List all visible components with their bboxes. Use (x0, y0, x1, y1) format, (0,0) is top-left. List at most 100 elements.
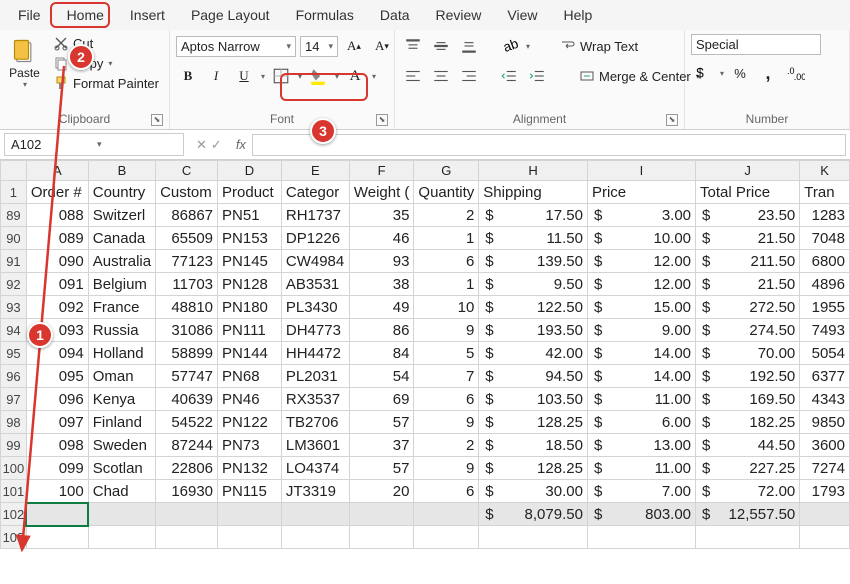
cell[interactable]: 5054 (800, 342, 850, 365)
cell[interactable]: 10.00 (587, 227, 695, 250)
cell[interactable]: 272.50 (696, 296, 800, 319)
cell[interactable]: PN51 (218, 204, 282, 227)
row-header[interactable]: 101 (1, 480, 27, 503)
cell[interactable]: 227.25 (696, 457, 800, 480)
cell[interactable] (156, 503, 218, 526)
column-title[interactable]: Shipping (479, 181, 588, 204)
cell[interactable]: 089 (26, 227, 88, 250)
menu-file[interactable]: File (6, 3, 53, 27)
cell[interactable]: PN145 (218, 250, 282, 273)
cell[interactable]: CW4984 (281, 250, 349, 273)
cell[interactable]: 10 (414, 296, 479, 319)
cell[interactable]: 11.00 (587, 388, 695, 411)
cell[interactable]: 193.50 (479, 319, 588, 342)
cell[interactable]: 2 (414, 204, 479, 227)
cell[interactable]: 128.25 (479, 457, 588, 480)
cell[interactable]: 86867 (156, 204, 218, 227)
cell[interactable] (281, 503, 349, 526)
cell[interactable]: 87244 (156, 434, 218, 457)
cell[interactable]: 2 (414, 434, 479, 457)
copy-button[interactable]: Copy ▾ (49, 54, 163, 72)
row-header[interactable]: 100 (1, 457, 27, 480)
menu-view[interactable]: View (495, 3, 549, 27)
cell[interactable]: 57 (349, 457, 414, 480)
cell[interactable]: 9 (414, 457, 479, 480)
cell[interactable]: 3.00 (587, 204, 695, 227)
cell[interactable]: 11703 (156, 273, 218, 296)
cell[interactable]: 9.00 (587, 319, 695, 342)
cell[interactable]: Chad (88, 480, 155, 503)
cell[interactable] (218, 526, 282, 549)
enter-icon[interactable]: ✓ (211, 137, 222, 153)
cell[interactable]: 7.00 (587, 480, 695, 503)
increase-font-button[interactable]: A▴ (342, 34, 366, 58)
cell[interactable]: PL3430 (281, 296, 349, 319)
cell[interactable]: Finland (88, 411, 155, 434)
row-header[interactable]: 96 (1, 365, 27, 388)
cell[interactable]: Belgium (88, 273, 155, 296)
cell[interactable]: 77123 (156, 250, 218, 273)
cell[interactable]: 1283 (800, 204, 850, 227)
cell[interactable] (26, 526, 88, 549)
cell[interactable]: 092 (26, 296, 88, 319)
col-header-I[interactable]: I (587, 161, 695, 181)
cell[interactable]: 803.00 (587, 503, 695, 526)
cell[interactable]: 098 (26, 434, 88, 457)
cell[interactable] (349, 503, 414, 526)
cell[interactable]: 49 (349, 296, 414, 319)
cell[interactable]: 23.50 (696, 204, 800, 227)
cell[interactable]: 18.50 (479, 434, 588, 457)
cell[interactable]: 099 (26, 457, 88, 480)
cell[interactable]: 103.50 (479, 388, 588, 411)
cell[interactable] (26, 503, 88, 526)
cell[interactable]: 31086 (156, 319, 218, 342)
cell[interactable]: 14.00 (587, 342, 695, 365)
cell[interactable]: LO4374 (281, 457, 349, 480)
number-format-combo[interactable]: Special (691, 34, 821, 55)
paste-button[interactable]: Paste ▾ (6, 34, 43, 91)
cell[interactable]: 12.00 (587, 250, 695, 273)
cell[interactable] (800, 526, 850, 549)
col-header-D[interactable]: D (218, 161, 282, 181)
cell[interactable]: 4343 (800, 388, 850, 411)
percent-button[interactable]: % (728, 61, 752, 85)
menu-formulas[interactable]: Formulas (284, 3, 366, 27)
cut-button[interactable]: Cut (49, 34, 163, 52)
cancel-icon[interactable]: ✕ (196, 137, 207, 153)
cell[interactable]: Oman (88, 365, 155, 388)
cell[interactable]: Australia (88, 250, 155, 273)
row-header[interactable]: 103 (1, 526, 27, 549)
cell[interactable]: 1955 (800, 296, 850, 319)
row-header[interactable]: 98 (1, 411, 27, 434)
cell[interactable]: 9 (414, 411, 479, 434)
row-header[interactable]: 95 (1, 342, 27, 365)
cell[interactable]: 58899 (156, 342, 218, 365)
cell[interactable]: Kenya (88, 388, 155, 411)
column-title[interactable]: Country (88, 181, 155, 204)
cell[interactable]: 84 (349, 342, 414, 365)
cell[interactable]: PN144 (218, 342, 282, 365)
row-header[interactable]: 91 (1, 250, 27, 273)
cell[interactable]: 097 (26, 411, 88, 434)
comma-button[interactable]: , (756, 61, 780, 85)
col-header-F[interactable]: F (349, 161, 414, 181)
cell[interactable]: 6 (414, 250, 479, 273)
cell[interactable]: 93 (349, 250, 414, 273)
col-header-A[interactable]: A (26, 161, 88, 181)
fx-icon[interactable]: fx (230, 137, 252, 152)
col-header-B[interactable]: B (88, 161, 155, 181)
cell[interactable] (800, 503, 850, 526)
cell[interactable]: 1 (414, 273, 479, 296)
menu-home[interactable]: Home (55, 3, 116, 27)
cell[interactable]: 091 (26, 273, 88, 296)
cell[interactable]: 22806 (156, 457, 218, 480)
cell[interactable]: 7048 (800, 227, 850, 250)
column-title[interactable]: Custom (156, 181, 218, 204)
font-color-button[interactable]: A (343, 64, 367, 88)
row-header[interactable]: 97 (1, 388, 27, 411)
cell[interactable]: 13.00 (587, 434, 695, 457)
cell[interactable]: PN73 (218, 434, 282, 457)
cell[interactable]: 30.00 (479, 480, 588, 503)
cell[interactable]: 16930 (156, 480, 218, 503)
cell[interactable]: 8,079.50 (479, 503, 588, 526)
